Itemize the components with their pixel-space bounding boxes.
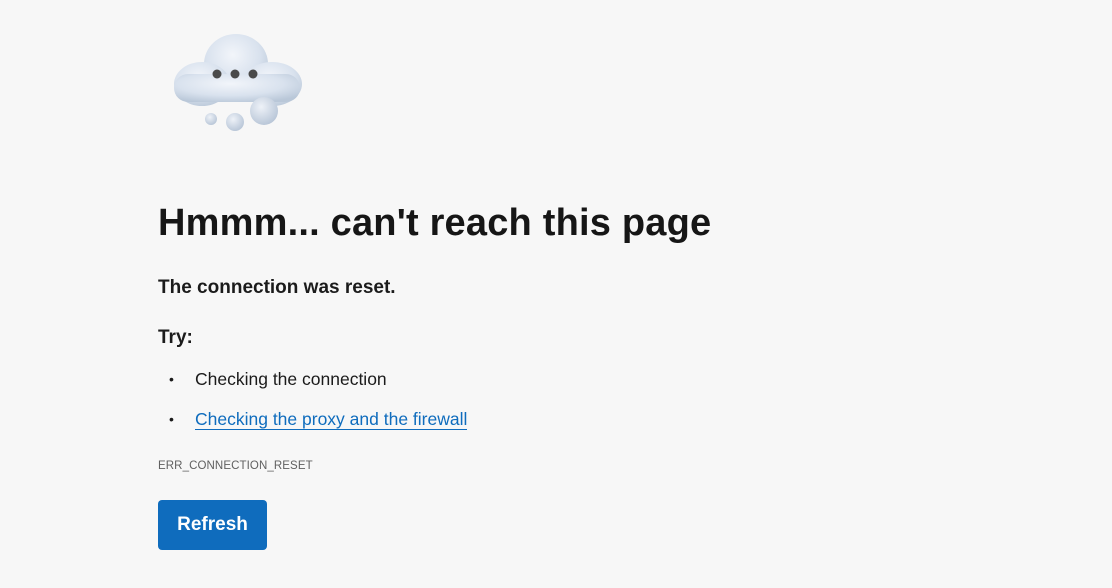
list-item: • Checking the proxy and the firewall	[158, 406, 858, 432]
error-code: ERR_CONNECTION_RESET	[158, 460, 313, 472]
list-item: • Checking the connection	[158, 366, 858, 392]
bullet-icon: •	[169, 371, 174, 387]
proxy-firewall-link[interactable]: Checking the proxy and the firewall	[195, 409, 468, 430]
suggestion-check-connection: Checking the connection	[195, 369, 387, 389]
error-content: Hmmm... can't reach this page The connec…	[158, 198, 858, 550]
try-label: Try:	[158, 327, 193, 348]
bullet-icon: •	[169, 411, 174, 427]
error-subtitle: The connection was reset.	[158, 277, 396, 298]
cloud-ellipsis-icon	[168, 28, 308, 136]
suggestions-list: • Checking the connection • Checking the…	[158, 366, 858, 432]
page-title: Hmmm... can't reach this page	[158, 202, 712, 244]
refresh-button[interactable]: Refresh	[158, 500, 267, 550]
